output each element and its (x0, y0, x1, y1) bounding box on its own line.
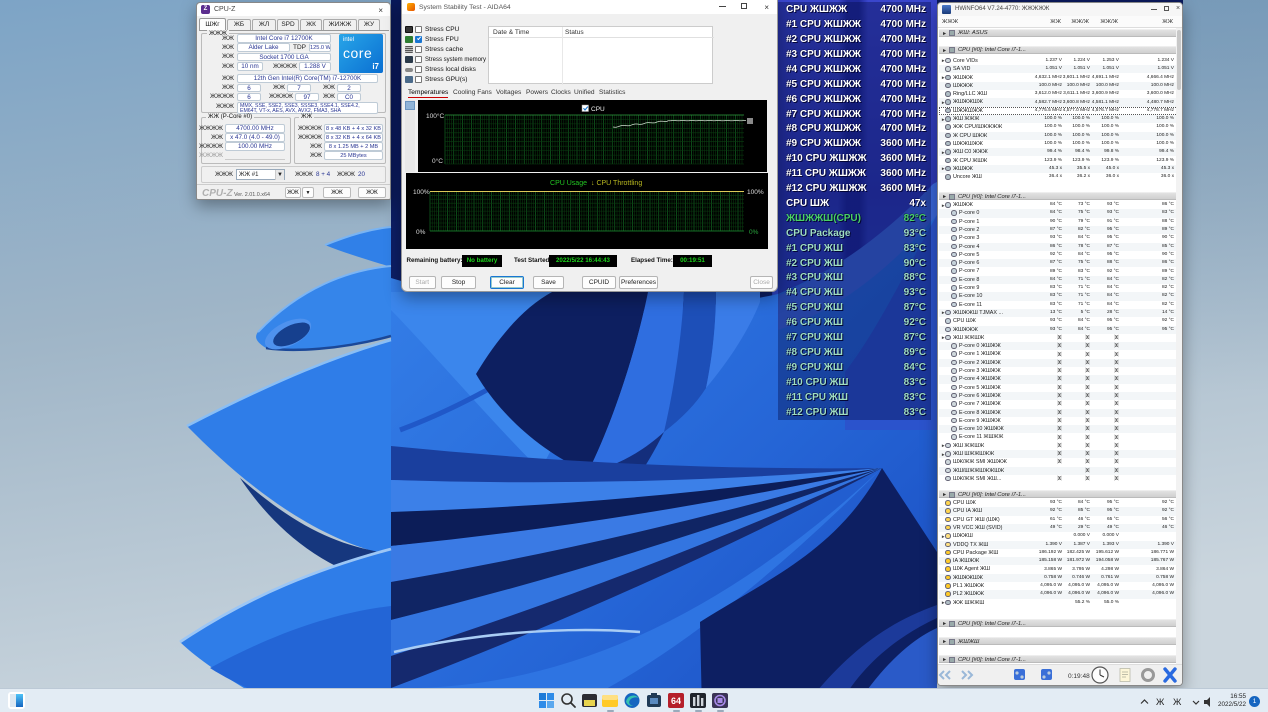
svg-text:Ж: Ж (1156, 697, 1165, 707)
svg-text:↓ CPU Throttling: ↓ CPU Throttling (591, 180, 642, 187)
svg-text:0%: 0% (416, 229, 426, 236)
svg-text:Ж: Ж (1173, 697, 1182, 707)
svg-text:64: 64 (671, 696, 681, 706)
svg-text:CPU Usage: CPU Usage (550, 180, 587, 187)
svg-text:CPU: CPU (591, 106, 605, 113)
svg-text:0°C: 0°C (432, 157, 443, 165)
svg-text:100%: 100% (413, 189, 430, 196)
svg-text:100%: 100% (747, 189, 764, 196)
svg-text:100°C: 100°C (426, 112, 444, 120)
svg-text:0:19:48: 0:19:48 (1068, 673, 1090, 680)
svg-text:0%: 0% (749, 229, 759, 236)
